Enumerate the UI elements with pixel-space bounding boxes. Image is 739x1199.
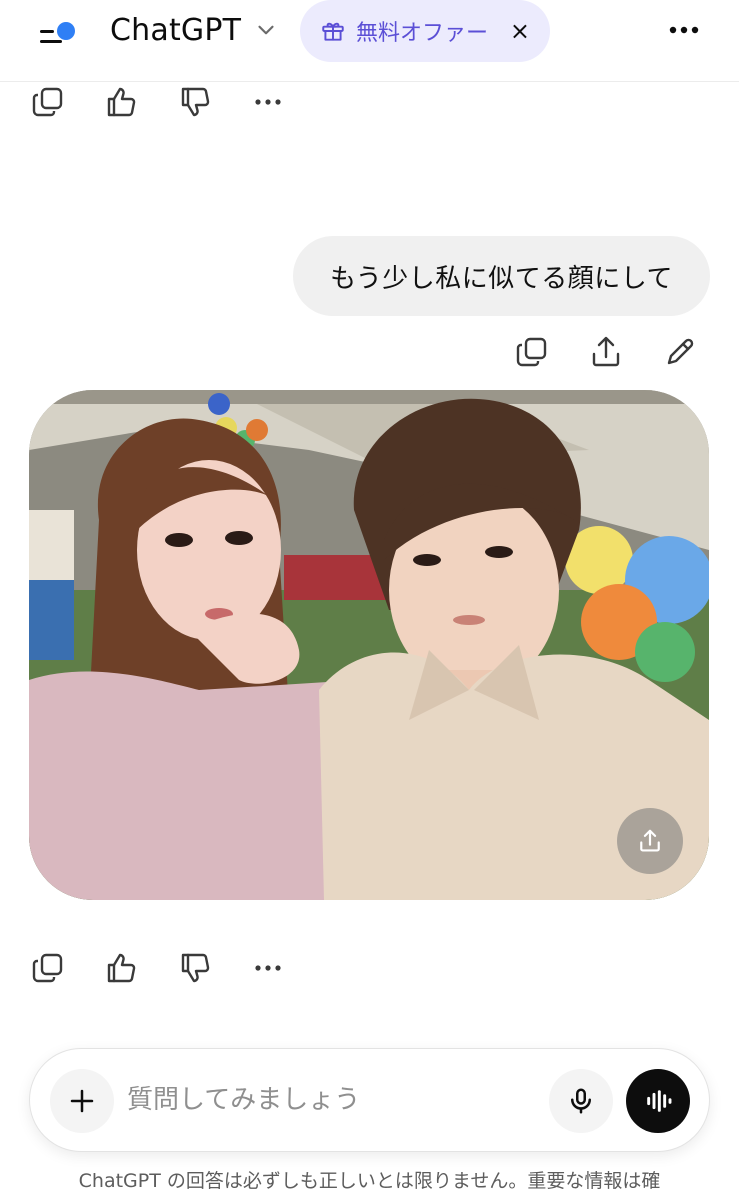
thumbs-down-icon [181,87,210,117]
microphone-icon [571,1088,591,1114]
thumbs-up-button[interactable] [100,80,144,124]
free-offer-label: 無料オファー [356,21,489,46]
free-offer-button[interactable]: 無料オファー × [300,0,550,62]
more-actions-button[interactable] [246,80,290,124]
notification-dot [57,22,75,40]
menu-line-icon [40,40,62,43]
plus-icon [70,1089,94,1113]
edit-message-button[interactable] [658,330,702,374]
attach-button[interactable] [50,1069,114,1133]
thumbs-up-icon [107,87,136,117]
thumbs-down-button[interactable] [174,80,218,124]
close-offer-icon[interactable]: × [510,17,530,45]
edit-icon [667,338,694,365]
image-share-button[interactable] [617,808,683,874]
user-message-actions [510,330,710,374]
copy-icon [32,953,63,983]
more-icon [255,99,281,105]
share-message-button[interactable] [584,330,628,374]
assistant-actions [26,80,306,124]
share-icon [592,336,620,367]
thumbs-up-icon [107,953,136,983]
voice-waveform-icon [647,1090,672,1112]
chevron-down-icon [258,25,274,35]
user-message-text: もう少し私に似てる顔にして [330,263,673,294]
assistant-actions [26,946,306,990]
share-icon [640,829,660,852]
sidebar-menu-button[interactable] [30,10,78,50]
copy-message-button[interactable] [510,330,554,374]
more-options-icon[interactable] [660,12,708,48]
thumbs-down-icon [181,953,210,983]
thumbs-up-button[interactable] [100,946,144,990]
copy-button[interactable] [26,946,70,990]
gift-icon [322,22,344,41]
more-icon [255,965,281,971]
user-message-bubble: もう少し私に似てる顔にして [293,236,710,316]
message-composer [29,1048,710,1152]
disclaimer-text: ChatGPT の回答は必ずしも正しいとは限りません。重要な情報は確 [78,1170,661,1192]
copy-button[interactable] [26,80,70,124]
photo-illustration [29,390,709,900]
copy-icon [516,337,547,367]
prompt-input[interactable] [127,1079,527,1121]
copy-icon [32,87,63,117]
dictate-button[interactable] [549,1069,613,1133]
model-name: ChatGPT [110,12,242,48]
voice-mode-button[interactable] [626,1069,690,1133]
menu-line-icon [40,30,54,33]
top-bar: ChatGPT 無料オファー × [0,0,739,82]
generated-image[interactable] [29,390,709,900]
thumbs-down-button[interactable] [174,946,218,990]
model-selector[interactable]: ChatGPT [110,10,279,50]
more-actions-button[interactable] [246,946,290,990]
